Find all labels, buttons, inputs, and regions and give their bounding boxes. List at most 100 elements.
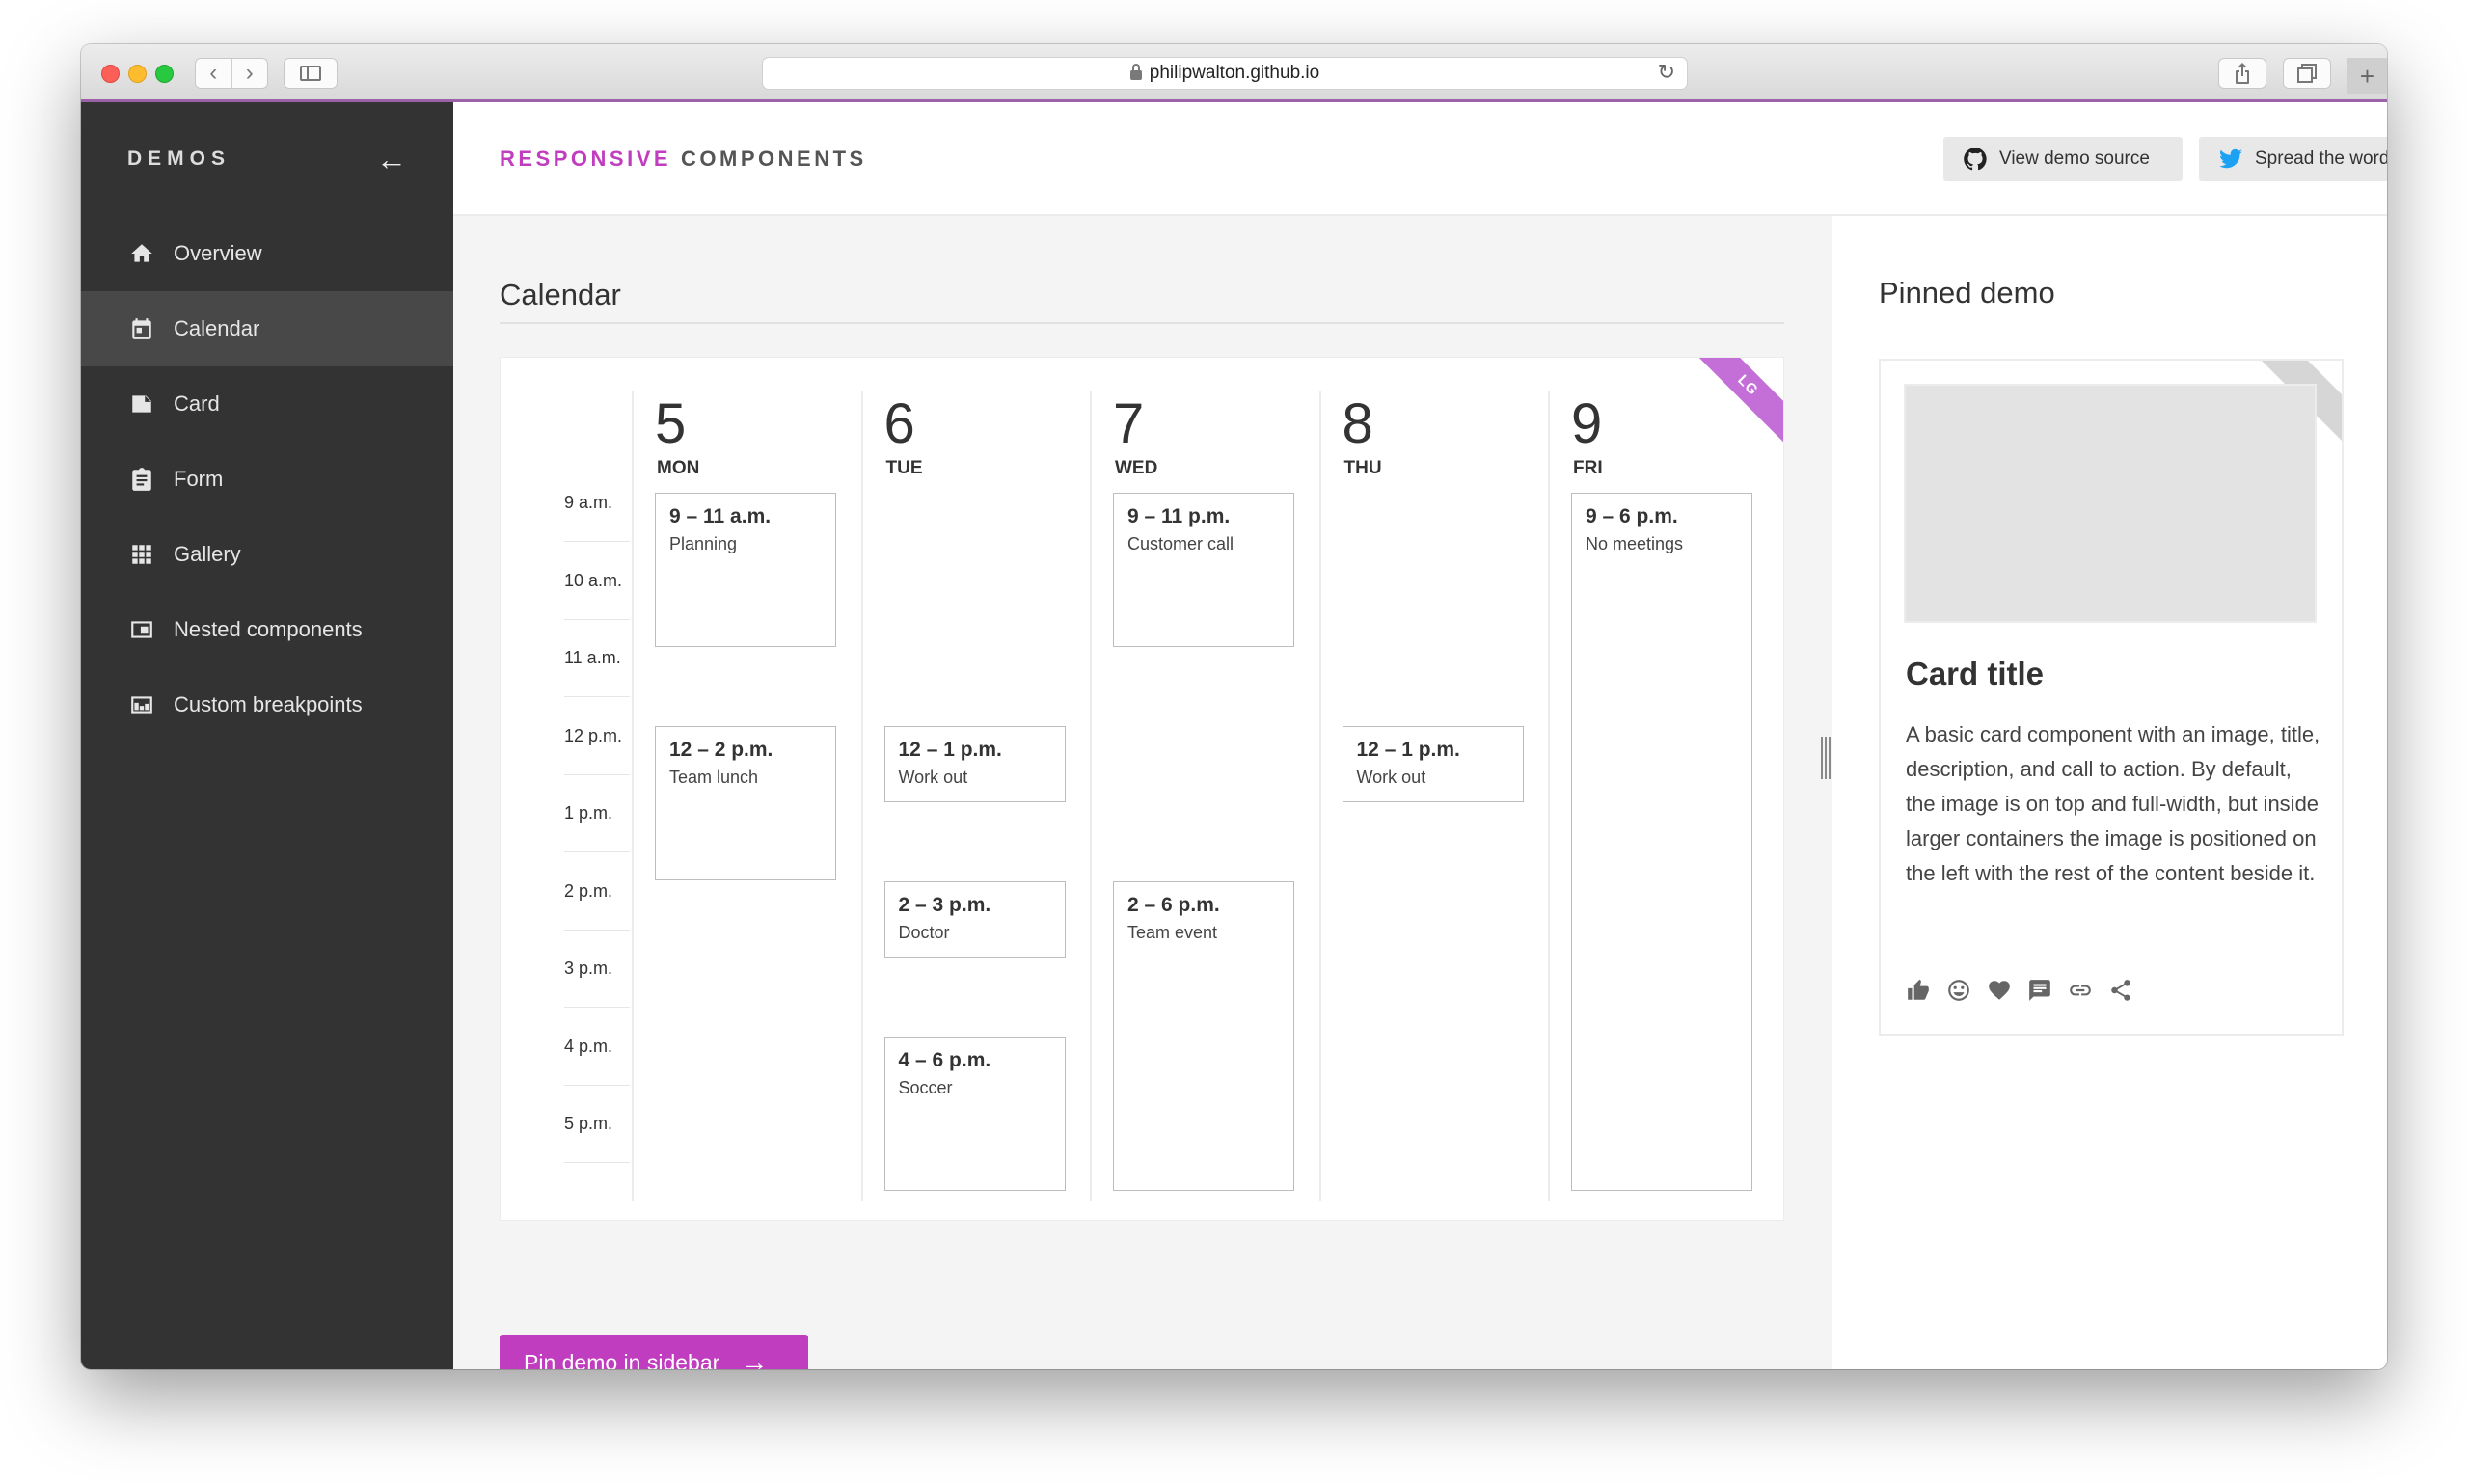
sidebar-item-gallery[interactable]: Gallery bbox=[81, 517, 453, 592]
time-label: 1 p.m. bbox=[564, 803, 613, 823]
calendar-event[interactable]: 12 – 2 p.m. Team lunch bbox=[655, 725, 836, 880]
day-name: MON bbox=[657, 458, 700, 478]
time-label: 10 a.m. bbox=[564, 570, 623, 590]
calendar-event[interactable]: 9 – 11 a.m. Planning bbox=[655, 493, 836, 647]
show-tabs-button[interactable] bbox=[2283, 58, 2331, 89]
minimize-window-button[interactable] bbox=[128, 65, 147, 83]
hour-gridline bbox=[564, 541, 630, 542]
sidebar-toggle-button[interactable] bbox=[284, 58, 338, 89]
sidebar-item-calendar[interactable]: Calendar bbox=[81, 291, 453, 366]
calendar-demo: LG 9 a.m. 10 a.m. 11 a.m. 12 p.m. 1 p.m. 2 p.… bbox=[500, 357, 1784, 1221]
day-number: 5 bbox=[655, 392, 687, 455]
heart-icon[interactable] bbox=[1987, 978, 2012, 1003]
reload-icon[interactable]: ↻ bbox=[1658, 60, 1675, 85]
event-time: 2 – 3 p.m. bbox=[898, 893, 991, 916]
arrow-right-icon: → bbox=[741, 1347, 769, 1369]
sidebar-item-card[interactable]: Card bbox=[81, 366, 453, 442]
sidebar-item-label: Calendar bbox=[174, 316, 260, 340]
share-icon bbox=[2236, 63, 2249, 84]
hour-gridline bbox=[564, 1084, 630, 1086]
event-description: Team lunch bbox=[669, 767, 759, 787]
smiley-icon[interactable] bbox=[1946, 978, 1971, 1003]
time-label: 11 a.m. bbox=[564, 648, 621, 667]
day-column-wed: 7 WED 9 – 11 p.m. Customer call 2 – 6 p.m. Te… bbox=[1090, 391, 1319, 1201]
share-button[interactable] bbox=[2218, 58, 2266, 89]
sidebar-item-nested-components[interactable]: Nested components bbox=[81, 592, 453, 667]
day-column-thu: 8 THU 12 – 1 p.m. Work out bbox=[1318, 391, 1549, 1201]
url-text: philipwalton.github.io bbox=[1149, 63, 1320, 83]
card-image bbox=[1904, 384, 2317, 623]
site-logo[interactable]: RESPONSIVE COMPONENTS bbox=[500, 147, 867, 172]
sidebar-item-label: Custom breakpoints bbox=[174, 692, 363, 716]
forward-button[interactable]: › bbox=[231, 59, 268, 88]
twitter-icon bbox=[2219, 148, 2242, 169]
main-content: Calendar LG 9 a.m. 10 a.m. 11 a.m. 12 p.m. 1… bbox=[453, 216, 1832, 1369]
event-time: 9 – 11 p.m. bbox=[1127, 505, 1231, 527]
pinned-demo-panel: Pinned demo ✕ Card title A basic card co… bbox=[1821, 216, 2387, 1369]
calendar-event[interactable]: 2 – 3 p.m. Doctor bbox=[883, 880, 1066, 958]
new-tab-button[interactable]: + bbox=[2347, 58, 2387, 94]
day-column-mon: 5 MON 9 – 11 a.m. Planning 12 – 2 p.m. Team l… bbox=[632, 391, 861, 1201]
hour-gridline bbox=[564, 773, 630, 775]
back-arrow-icon[interactable]: ← bbox=[376, 142, 407, 177]
event-description: Work out bbox=[898, 767, 968, 787]
calendar-event[interactable]: 12 – 1 p.m. Work out bbox=[883, 725, 1066, 802]
event-time: 9 – 6 p.m. bbox=[1586, 505, 1678, 527]
calendar-event[interactable]: 12 – 1 p.m. Work out bbox=[1342, 725, 1524, 802]
time-label: 3 p.m. bbox=[564, 958, 613, 978]
event-time: 4 – 6 p.m. bbox=[898, 1048, 991, 1071]
sidebar-item-form[interactable]: Form bbox=[81, 442, 453, 517]
pinned-demo-title: Pinned demo bbox=[1879, 276, 2055, 310]
sidebar-item-label: Nested components bbox=[174, 617, 363, 641]
calendar-event[interactable]: 4 – 6 p.m. Soccer bbox=[883, 1036, 1066, 1191]
browser-window: ‹ › philipwalton.github.io ↻ + DEMOS ← O… bbox=[81, 44, 2387, 1369]
time-label: 4 p.m. bbox=[564, 1036, 613, 1056]
event-description: Work out bbox=[1356, 767, 1426, 787]
section-divider bbox=[500, 322, 1784, 324]
day-name: FRI bbox=[1573, 458, 1603, 478]
hour-gridline bbox=[564, 1007, 630, 1008]
hour-gridline bbox=[564, 851, 630, 852]
calendar-event[interactable]: 9 – 6 p.m. No meetings bbox=[1571, 493, 1752, 1191]
sidebar-header: DEMOS ← bbox=[81, 102, 453, 216]
sidebar-item-custom-breakpoints[interactable]: Custom breakpoints bbox=[81, 667, 453, 742]
day-number: 8 bbox=[1342, 392, 1373, 455]
thumbs-up-icon[interactable] bbox=[1906, 978, 1931, 1003]
resize-handle[interactable] bbox=[1821, 737, 1831, 779]
maximize-window-button[interactable] bbox=[155, 65, 174, 83]
event-time: 12 – 1 p.m. bbox=[898, 738, 1002, 761]
nested-icon bbox=[129, 617, 154, 642]
calendar-event[interactable]: 2 – 6 p.m. Team event bbox=[1113, 880, 1294, 1191]
card-description: A basic card component with an image, ti… bbox=[1906, 722, 2320, 885]
day-name: TUE bbox=[885, 458, 923, 478]
event-description: Soccer bbox=[898, 1077, 953, 1097]
day-number: 6 bbox=[883, 392, 915, 455]
pin-demo-button[interactable]: Pin demo in sidebar → bbox=[500, 1335, 808, 1369]
comment-icon[interactable] bbox=[2027, 978, 2052, 1003]
close-window-button[interactable] bbox=[101, 65, 120, 83]
browser-toolbar: ‹ › philipwalton.github.io ↻ + bbox=[81, 44, 2387, 102]
calendar-event[interactable]: 9 – 11 p.m. Customer call bbox=[1113, 493, 1294, 647]
day-column-tue: 6 TUE 12 – 1 p.m. Work out 2 – 3 p.m. Doctor 4… bbox=[860, 391, 1091, 1201]
time-label: 12 p.m. bbox=[564, 725, 623, 745]
hour-gridline bbox=[564, 696, 630, 697]
back-button[interactable]: ‹ bbox=[196, 59, 231, 88]
card-demo: Card title A basic card component with a… bbox=[1879, 359, 2344, 1036]
event-description: No meetings bbox=[1586, 534, 1684, 553]
demos-sidebar: DEMOS ← Overview Calendar Card Form Gall… bbox=[81, 102, 453, 1369]
event-description: Doctor bbox=[898, 922, 950, 942]
sidebar-item-overview[interactable]: Overview bbox=[81, 216, 453, 291]
time-label: 2 p.m. bbox=[564, 880, 613, 901]
card-title: Card title bbox=[1906, 656, 2045, 691]
event-time: 12 – 2 p.m. bbox=[669, 738, 773, 761]
share-icon[interactable] bbox=[2108, 978, 2133, 1003]
brand-part-2: COMPONENTS bbox=[681, 147, 867, 171]
sidebar-item-label: Overview bbox=[174, 241, 262, 265]
brand-part-1: RESPONSIVE bbox=[500, 147, 672, 171]
event-description: Team event bbox=[1127, 922, 1218, 942]
spread-the-word-button[interactable]: Spread the word bbox=[2199, 137, 2387, 181]
event-time: 12 – 1 p.m. bbox=[1356, 738, 1460, 761]
address-bar[interactable]: philipwalton.github.io ↻ bbox=[762, 57, 1688, 90]
link-icon[interactable] bbox=[2068, 978, 2093, 1003]
view-demo-source-button[interactable]: View demo source bbox=[1943, 137, 2183, 181]
